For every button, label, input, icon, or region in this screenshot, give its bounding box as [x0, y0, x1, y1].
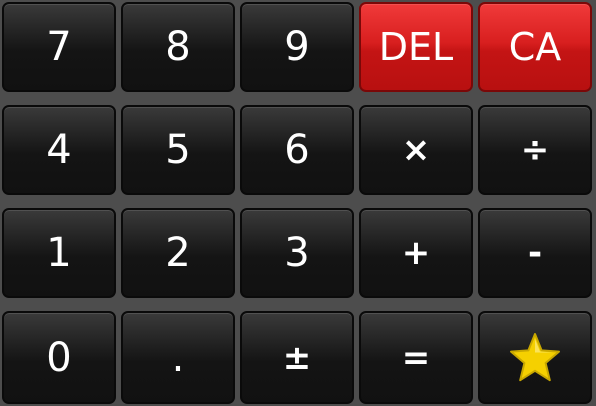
key-1[interactable]: 1: [2, 208, 116, 298]
key-7-label: 7: [46, 24, 72, 70]
divide-button-label: ÷: [520, 130, 550, 170]
delete-button-label: DEL: [378, 25, 454, 69]
decimal-button-label: .: [171, 334, 185, 381]
key-5[interactable]: 5: [121, 105, 235, 195]
key-7[interactable]: 7: [2, 2, 116, 92]
delete-button[interactable]: DEL: [359, 2, 473, 92]
key-4-label: 4: [46, 127, 72, 173]
calculator-keypad: 7 8 9 DEL CA 4 5 6 × ÷ 1 2 3 + - 0 . ± =: [0, 0, 596, 406]
key-6[interactable]: 6: [240, 105, 354, 195]
key-8[interactable]: 8: [121, 2, 235, 92]
key-9-label: 9: [284, 24, 310, 70]
key-9[interactable]: 9: [240, 2, 354, 92]
key-0[interactable]: 0: [2, 311, 116, 404]
key-2[interactable]: 2: [121, 208, 235, 298]
key-8-label: 8: [165, 24, 191, 70]
add-button-label: +: [401, 233, 431, 273]
key-5-label: 5: [165, 127, 191, 173]
multiply-button-label: ×: [401, 130, 431, 170]
key-6-label: 6: [284, 127, 310, 173]
subtract-button[interactable]: -: [478, 208, 592, 298]
star-icon: [507, 330, 563, 386]
key-1-label: 1: [46, 230, 72, 276]
key-3-label: 3: [284, 230, 310, 276]
key-3[interactable]: 3: [240, 208, 354, 298]
clear-all-button[interactable]: CA: [478, 2, 592, 92]
plus-minus-button-label: ±: [282, 337, 312, 378]
key-0-label: 0: [46, 334, 72, 381]
equals-button[interactable]: =: [359, 311, 473, 404]
clear-all-button-label: CA: [508, 25, 562, 69]
key-4[interactable]: 4: [2, 105, 116, 195]
key-2-label: 2: [165, 230, 191, 276]
multiply-button[interactable]: ×: [359, 105, 473, 195]
decimal-button[interactable]: .: [121, 311, 235, 404]
add-button[interactable]: +: [359, 208, 473, 298]
plus-minus-button[interactable]: ±: [240, 311, 354, 404]
subtract-button-label: -: [527, 233, 543, 273]
equals-button-label: =: [401, 337, 431, 378]
favorite-button[interactable]: [478, 311, 592, 404]
divide-button[interactable]: ÷: [478, 105, 592, 195]
